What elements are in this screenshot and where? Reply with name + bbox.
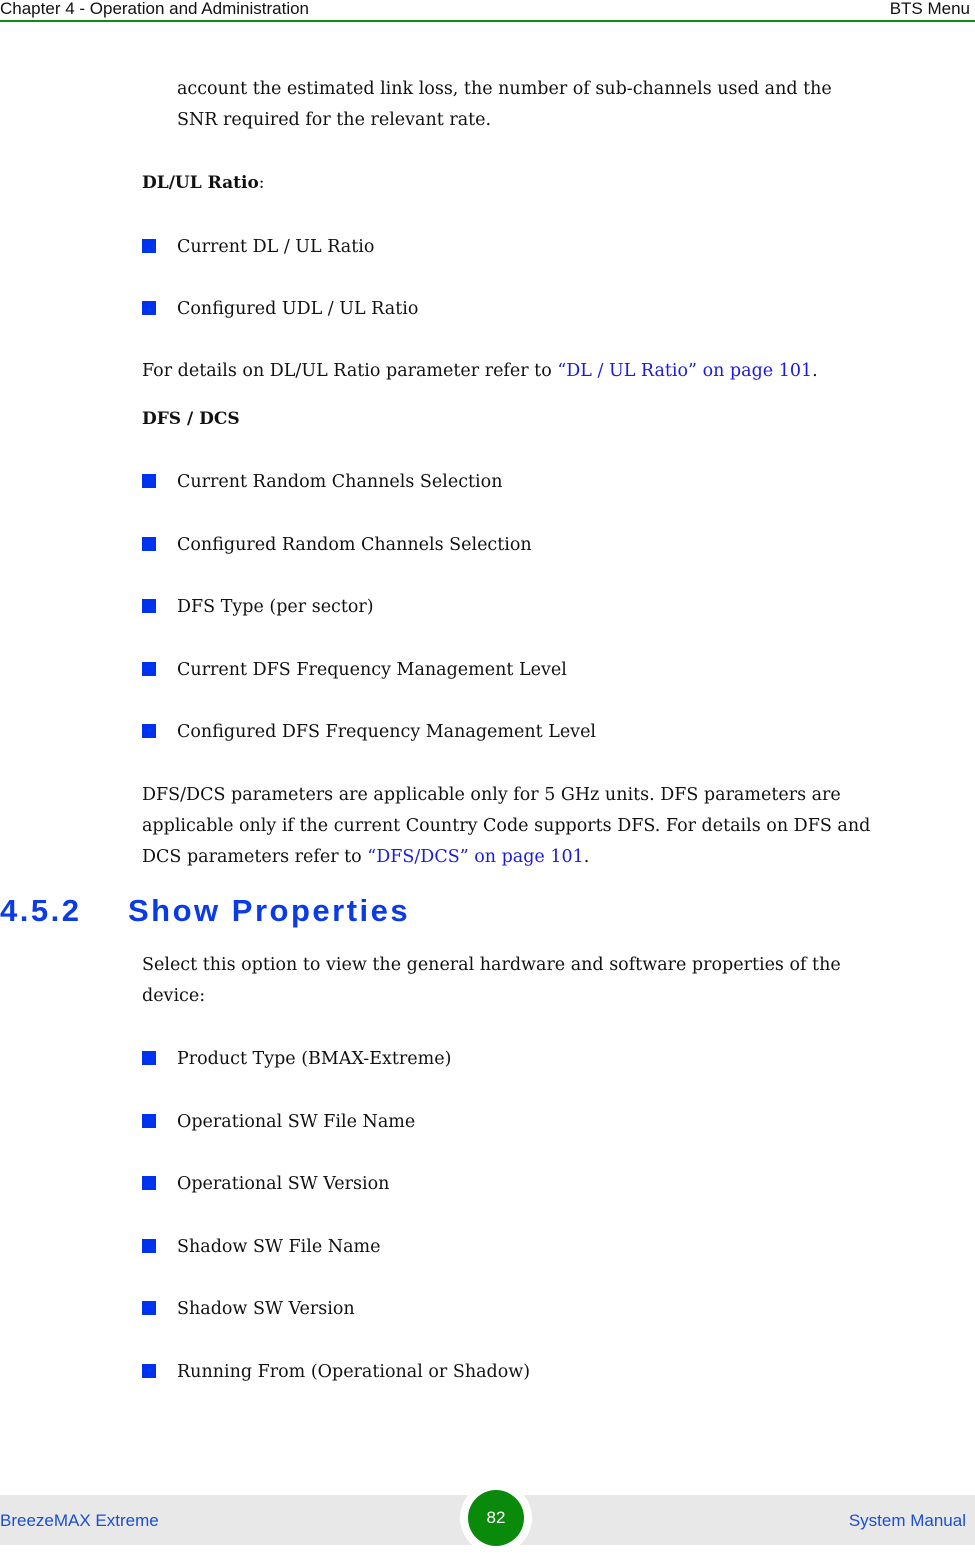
bullet-square-icon xyxy=(142,1050,156,1065)
list-item: Configured Random Channels Selection xyxy=(142,534,532,556)
section-desc-line-1: Select this option to view the general h… xyxy=(142,955,841,975)
dlul-heading-colon: : xyxy=(258,173,265,193)
bullet-square-icon xyxy=(142,598,156,613)
dlul-reference: For details on DL/UL Ratio parameter ref… xyxy=(142,356,972,387)
list-item: Product Type (BMAX-Extreme) xyxy=(142,1048,451,1070)
intro-line-1: account the estimated link loss, the num… xyxy=(177,79,832,99)
dfs-note-period: . xyxy=(583,847,590,867)
chapter-title: Chapter 4 - Operation and Administration xyxy=(0,0,310,18)
dfs-note-line-3: DCS parameters refer to “DFS/DCS” on pag… xyxy=(142,842,972,873)
header-divider xyxy=(0,20,975,22)
list-item: Current DL / UL Ratio xyxy=(142,236,374,258)
section-name: BTS Menu xyxy=(889,0,970,18)
dlul-heading: DL/UL Ratio: xyxy=(142,173,265,193)
dlul-ratio-link[interactable]: “DL / UL Ratio” on page 101 xyxy=(557,361,812,381)
dfs-dcs-link[interactable]: “DFS/DCS” on page 101 xyxy=(367,847,583,867)
bullet-square-icon xyxy=(142,1238,156,1253)
intro-paragraph: account the estimated link loss, the num… xyxy=(177,74,967,136)
list-item: Shadow SW File Name xyxy=(142,1236,380,1258)
list-item-text: Shadow SW Version xyxy=(177,1299,355,1319)
list-item-text: DFS Type (per sector) xyxy=(177,597,374,617)
bullet-square-icon xyxy=(142,300,156,315)
dfs-heading: DFS / DCS xyxy=(142,409,240,429)
list-item-text: Shadow SW File Name xyxy=(177,1237,381,1257)
dfs-note-line-2: applicable only if the current Country C… xyxy=(142,816,871,836)
dfs-note: DFS/DCS parameters are applicable only f… xyxy=(142,780,972,873)
footer-product-name: BreezeMAX Extreme xyxy=(0,1511,159,1530)
section-desc-line-2: device: xyxy=(142,986,206,1006)
section-description: Select this option to view the general h… xyxy=(142,950,972,1012)
dfs-note-line-1: DFS/DCS parameters are applicable only f… xyxy=(142,785,841,805)
list-item-text: Configured DFS Frequency Management Leve… xyxy=(177,722,597,742)
dlul-heading-text: DL/UL Ratio xyxy=(142,173,259,193)
list-item: DFS Type (per sector) xyxy=(142,596,374,618)
bullet-square-icon xyxy=(142,473,156,488)
footer-document-type: System Manual xyxy=(848,1511,966,1530)
list-item: Running From (Operational or Shadow) xyxy=(142,1361,530,1383)
dlul-ref-text: For details on DL/UL Ratio parameter ref… xyxy=(142,361,558,381)
section-number: 4.5.2 xyxy=(0,893,82,928)
dfs-note-text: DCS parameters refer to xyxy=(142,847,368,867)
list-item: Configured UDL / UL Ratio xyxy=(142,298,418,320)
page-number-badge: 82 xyxy=(468,1490,524,1546)
bullet-square-icon xyxy=(142,1363,156,1378)
list-item: Configured DFS Frequency Management Leve… xyxy=(142,721,596,743)
list-item: Operational SW Version xyxy=(142,1173,389,1195)
intro-line-2: SNR required for the relevant rate. xyxy=(177,110,492,130)
bullet-square-icon xyxy=(142,1300,156,1315)
list-item-text: Operational SW Version xyxy=(177,1174,390,1194)
list-item-text: Configured Random Channels Selection xyxy=(177,535,532,555)
bullet-square-icon xyxy=(142,1113,156,1128)
dlul-ref-period: . xyxy=(812,361,818,381)
list-item-text: Current Random Channels Selection xyxy=(177,472,503,492)
bullet-square-icon xyxy=(142,238,156,253)
bullet-square-icon xyxy=(142,661,156,676)
list-item: Current DFS Frequency Management Level xyxy=(142,659,567,681)
page-header: Chapter 4 - Operation and Administration… xyxy=(0,0,975,22)
list-item-text: Product Type (BMAX-Extreme) xyxy=(177,1049,452,1069)
list-item-text: Operational SW File Name xyxy=(177,1112,416,1132)
list-item-text: Current DFS Frequency Management Level xyxy=(177,660,567,680)
bullet-square-icon xyxy=(142,723,156,738)
list-item: Current Random Channels Selection xyxy=(142,471,502,493)
list-item-text: Running From (Operational or Shadow) xyxy=(177,1362,531,1382)
section-heading: 4.5.2 Show Properties xyxy=(0,893,410,929)
list-item: Shadow SW Version xyxy=(142,1298,355,1320)
list-item: Operational SW File Name xyxy=(142,1111,415,1133)
bullet-square-icon xyxy=(142,536,156,551)
section-title: Show Properties xyxy=(128,893,411,928)
list-item-text: Current DL / UL Ratio xyxy=(177,237,375,257)
bullet-square-icon xyxy=(142,1175,156,1190)
list-item-text: Configured UDL / UL Ratio xyxy=(177,299,419,319)
